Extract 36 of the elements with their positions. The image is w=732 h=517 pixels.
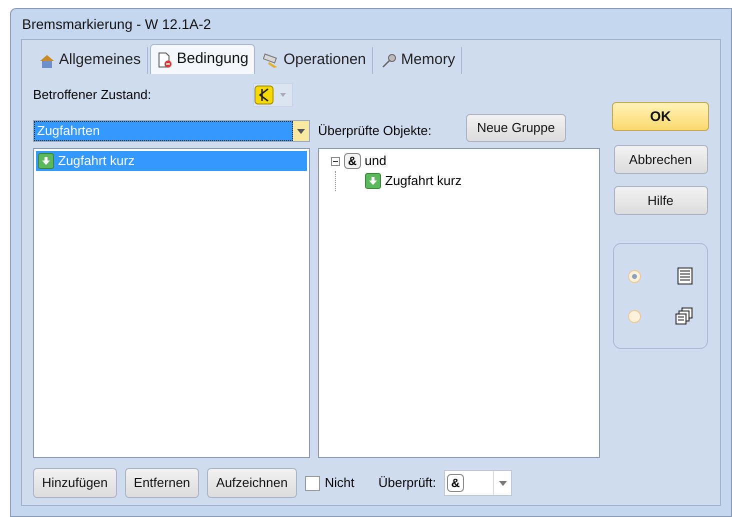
arrow-down-icon <box>365 173 381 189</box>
arrow-down-icon <box>38 153 54 169</box>
caret-icon <box>498 480 507 486</box>
ok-button[interactable]: OK <box>612 102 709 131</box>
signal-icon <box>254 85 274 105</box>
dialog-button[interactable]: Abbrechen <box>614 145 708 174</box>
operator-badge: & <box>447 474 464 492</box>
new-group-button[interactable]: Neue Gruppe <box>466 114 566 142</box>
tab[interactable]: Memory <box>375 47 462 74</box>
state-dropdown[interactable] <box>253 83 293 107</box>
tab[interactable]: Allgemeines <box>33 47 148 74</box>
house-icon <box>39 52 55 68</box>
tree-item[interactable]: und <box>364 151 386 171</box>
action-button[interactable]: Aufzeichnen <box>207 468 297 498</box>
tab[interactable]: Operationen <box>257 47 374 74</box>
list-icon <box>677 267 693 285</box>
action-button[interactable]: Hinzufügen <box>33 468 117 498</box>
field-label: Betroffener Zustand: <box>33 86 152 104</box>
radio-button[interactable] <box>628 310 641 322</box>
stacked-windows-icon <box>675 307 693 325</box>
checkbox-label: Nicht <box>324 474 354 492</box>
action-button[interactable]: Entfernen <box>124 468 200 498</box>
caret-icon <box>297 128 305 134</box>
radio-button[interactable] <box>628 270 641 282</box>
tree-item[interactable]: Zugfahrt kurz <box>385 171 462 191</box>
caret-icon <box>280 93 286 97</box>
operator-badge: & <box>344 153 361 169</box>
field-label: Überprüft: <box>378 474 436 492</box>
operator-dropdown[interactable]: & <box>444 470 512 496</box>
checkbox[interactable] <box>304 476 320 490</box>
field-label: Überprüfte Objekte: <box>318 122 432 140</box>
window-title: Bremsmarkierung - W 12.1A-2 <box>21 14 212 34</box>
document-icon <box>156 52 173 68</box>
dialog-button[interactable]: Hilfe <box>614 186 708 215</box>
tab[interactable]: Bedingung <box>150 44 256 74</box>
collapse-icon[interactable] <box>331 156 340 166</box>
